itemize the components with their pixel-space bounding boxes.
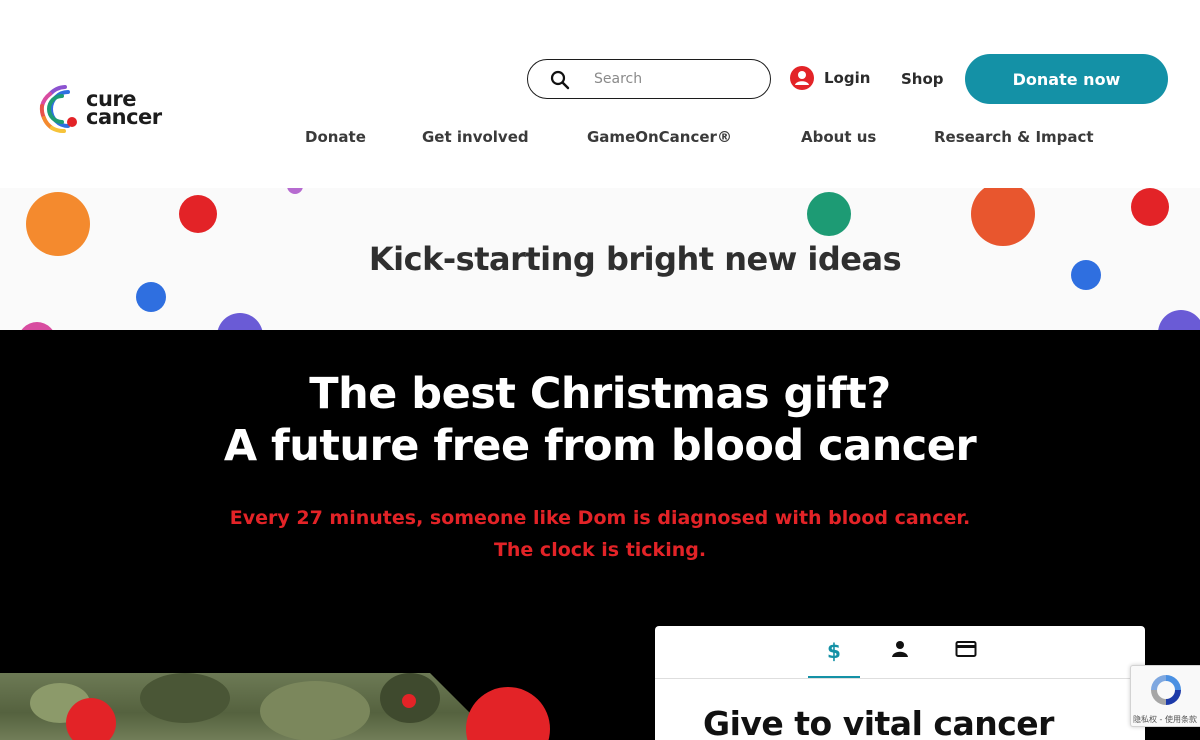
login-label: Login — [824, 69, 871, 87]
appeal-headline-line-1: The best Christmas gift? — [309, 369, 891, 419]
credit-card-icon — [955, 641, 977, 657]
recaptcha-badge[interactable]: 隐私权 - 使用条款 — [1130, 665, 1200, 727]
photo-foliage — [140, 673, 230, 723]
decor-dot — [402, 694, 416, 708]
appeal-headline-line-2: A future free from blood cancer — [223, 421, 977, 471]
photo-foliage — [260, 681, 370, 740]
recaptcha-icon — [1151, 675, 1181, 705]
christmas-appeal-section: The best Christmas gift? A future free f… — [0, 330, 1200, 740]
tab-payment[interactable] — [940, 640, 992, 678]
nav-item-research-impact[interactable]: Research & Impact — [934, 128, 1094, 146]
hero-tagline: Kick-starting bright new ideas — [368, 240, 902, 278]
appeal-sub-line-2: The clock is ticking. — [493, 539, 707, 561]
nav-item-about-us[interactable]: About us — [801, 128, 876, 146]
decor-dot — [1158, 310, 1200, 330]
nav-item-get-involved[interactable]: Get involved — [422, 128, 529, 146]
main-nav: Donate Get involved GameOnCancer® About … — [0, 128, 1200, 152]
decor-dot — [66, 698, 116, 740]
decor-dot — [217, 313, 263, 330]
donate-now-button[interactable]: Donate now — [965, 54, 1168, 104]
search-box[interactable] — [527, 59, 771, 99]
donation-form-card: $ Give to vital cancer — [655, 626, 1145, 740]
login-link[interactable]: Login — [790, 63, 870, 93]
decor-dot — [466, 687, 550, 740]
logo-wordmark: cure cancer — [86, 89, 162, 129]
hero-banner: Kick-starting bright new ideas — [0, 188, 1200, 330]
appeal-sub-line-1: Every 27 minutes, someone like Dom is di… — [229, 507, 971, 529]
decor-dot — [287, 188, 303, 194]
appeal-subheading: Every 27 minutes, someone like Dom is di… — [0, 502, 1200, 566]
donation-steps-tabs: $ — [655, 626, 1145, 679]
decor-dot — [971, 188, 1035, 246]
search-input[interactable] — [594, 68, 754, 90]
tab-details[interactable] — [874, 640, 926, 678]
site-header: cure cancer Login Shop Donate now Donate… — [0, 0, 1200, 188]
nav-item-donate[interactable]: Donate — [305, 128, 366, 146]
decor-dot — [1131, 188, 1169, 226]
logo-rainbow-mark-icon — [39, 85, 77, 133]
decor-dot — [807, 192, 851, 236]
appeal-headline: The best Christmas gift? A future free f… — [0, 368, 1200, 472]
cure-cancer-logo[interactable]: cure cancer — [38, 84, 188, 134]
nav-item-gameoncancer[interactable]: GameOnCancer® — [587, 128, 732, 146]
tab-amount[interactable]: $ — [808, 640, 860, 678]
shop-link[interactable]: Shop — [901, 70, 944, 88]
recaptcha-footer-links[interactable]: 隐私权 - 使用条款 — [1133, 714, 1200, 725]
decor-dot — [18, 322, 56, 330]
user-account-icon — [790, 66, 814, 90]
dollar-icon: $ — [827, 639, 841, 663]
decor-dot — [136, 282, 166, 312]
donation-form-title: Give to vital cancer — [703, 704, 1054, 740]
logo-line-2: cancer — [86, 105, 162, 129]
search-icon[interactable] — [550, 70, 570, 90]
decor-dot — [179, 195, 217, 233]
person-icon — [892, 641, 908, 657]
